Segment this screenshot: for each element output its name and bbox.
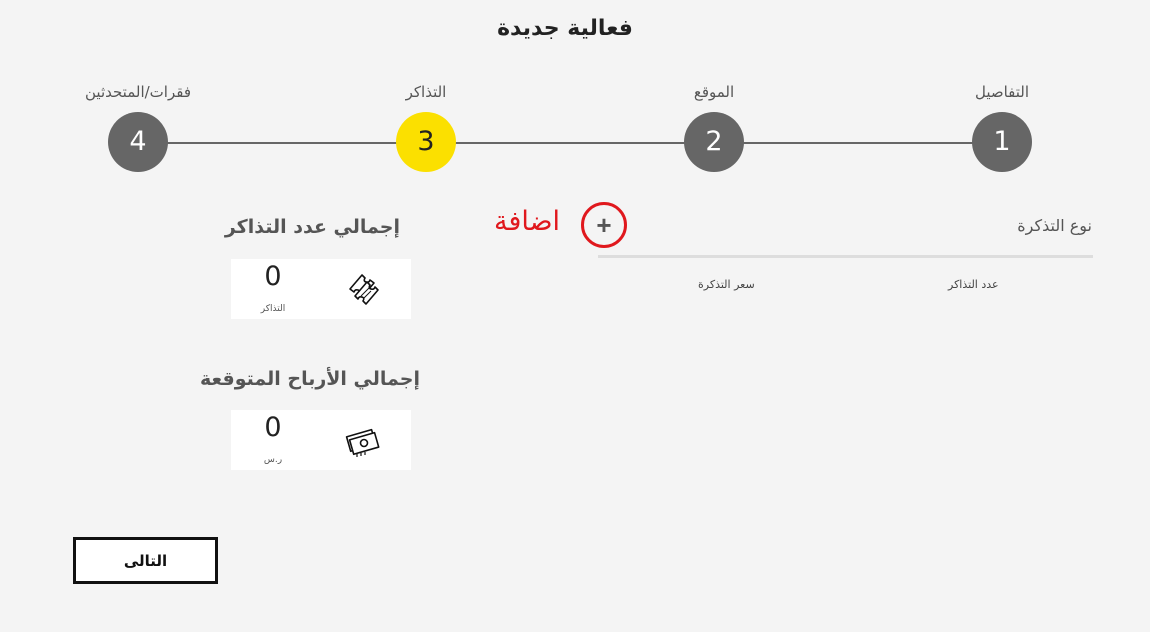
add-ticket-label[interactable]: اضافة [494, 206, 560, 237]
ticket-divider [598, 255, 1093, 258]
step-number: 3 [396, 112, 456, 172]
step-details[interactable]: التفاصيل 1 [902, 82, 1102, 172]
step-tickets[interactable]: التذاكر 3 [326, 82, 526, 172]
step-label: فقرات/المتحدثين [85, 83, 191, 101]
next-button[interactable]: التالى [73, 537, 218, 584]
profit-total-value: 0 [264, 412, 282, 443]
step-speakers[interactable]: فقرات/المتحدثين 4 [38, 82, 238, 172]
step-number: 1 [972, 112, 1032, 172]
page-title: فعالية جديدة [497, 16, 633, 41]
step-number: 4 [108, 112, 168, 172]
tickets-total-card: 0 التذاكر [231, 259, 411, 319]
profit-total-title: إجمالي الأرباح المتوقعة [200, 368, 420, 390]
ticket-icon [349, 274, 379, 305]
stepper-line [138, 142, 1002, 144]
tickets-total-value: 0 [264, 261, 282, 292]
step-label: التذاكر [405, 83, 447, 101]
profit-total-unit: ر.س [263, 455, 283, 465]
column-header-price: سعر التذكرة [698, 278, 755, 291]
plus-icon: + [596, 210, 612, 240]
step-label: الموقع [693, 83, 735, 101]
step-number: 2 [684, 112, 744, 172]
add-ticket-button[interactable]: + [581, 202, 627, 248]
tickets-total-unit: التذاكر [260, 304, 286, 314]
tickets-total-title: إجمالي عدد التذاكر [224, 216, 400, 238]
column-header-count: عدد التذاكر [948, 278, 999, 291]
profit-total-card: 0 ر.س [231, 410, 411, 470]
step-label: التفاصيل [974, 83, 1030, 101]
ticket-type-label: نوع التذكرة [1017, 216, 1092, 235]
step-location[interactable]: الموقع 2 [614, 82, 814, 172]
money-icon [345, 428, 380, 457]
